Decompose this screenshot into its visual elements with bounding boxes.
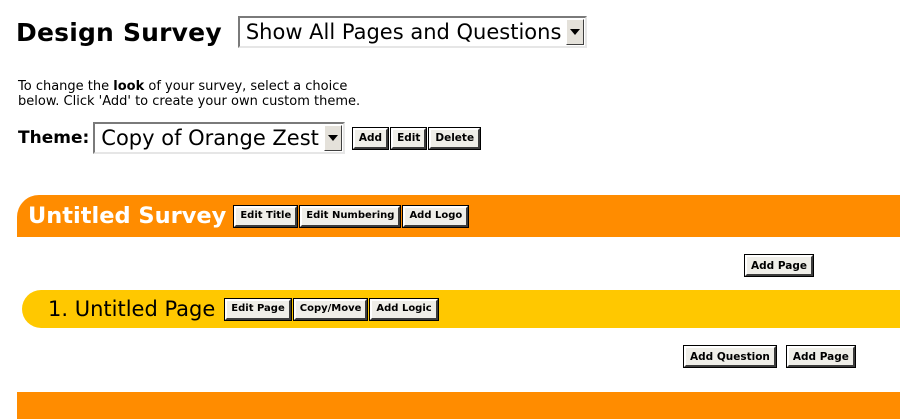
theme-select[interactable]: Copy of Orange Zest — [93, 122, 345, 154]
edit-numbering-button[interactable]: Edit Numbering — [299, 204, 402, 228]
add-question-button[interactable]: Add Question — [683, 345, 777, 368]
theme-select-value: Copy of Orange Zest — [101, 126, 319, 150]
theme-instructions: To change the look of your survey, selec… — [18, 79, 538, 109]
survey-footer-bar — [17, 392, 900, 419]
instructions-text: of your survey, select a choice — [144, 79, 348, 94]
theme-row: Theme: Copy of Orange Zest Add Edit Dele… — [18, 122, 482, 154]
edit-title-button[interactable]: Edit Title — [233, 204, 299, 228]
instructions-text: To change the — [18, 79, 114, 94]
theme-label: Theme: — [18, 128, 90, 148]
instructions-bold-word: look — [113, 79, 145, 94]
page-title-bar: 1. Untitled Page Edit Page Copy/Move Add… — [22, 290, 900, 328]
design-survey-header: Design Survey Show All Pages and Questio… — [16, 16, 588, 48]
add-theme-button[interactable]: Add — [351, 126, 390, 150]
add-logo-button[interactable]: Add Logo — [402, 204, 470, 228]
survey-title-bar: Untitled Survey Edit Title Edit Numberin… — [17, 195, 900, 237]
edit-theme-button[interactable]: Edit — [390, 126, 428, 150]
edit-page-button[interactable]: Edit Page — [224, 297, 292, 321]
instructions-line-2: below. Click 'Add' to create your own cu… — [18, 94, 361, 109]
survey-view-select-value: Show All Pages and Questions — [245, 20, 562, 44]
page-title: Design Survey — [16, 17, 222, 47]
page-title-label: 1. Untitled Page — [48, 297, 216, 321]
theme-buttons: Add Edit Delete — [351, 126, 482, 150]
chevron-down-icon[interactable] — [566, 19, 585, 45]
page-actions: Add Question Add Page — [683, 345, 856, 368]
delete-theme-button[interactable]: Delete — [428, 126, 482, 150]
add-page-button-bottom[interactable]: Add Page — [785, 345, 856, 368]
add-page-button[interactable]: Add Page — [744, 254, 814, 277]
survey-title: Untitled Survey — [28, 203, 227, 229]
instructions-line-1: To change the look of your survey, selec… — [18, 79, 538, 94]
copy-move-button[interactable]: Copy/Move — [292, 297, 369, 321]
survey-view-select[interactable]: Show All Pages and Questions — [237, 16, 588, 48]
chevron-down-icon[interactable] — [323, 125, 342, 151]
add-logic-button[interactable]: Add Logic — [369, 297, 439, 321]
